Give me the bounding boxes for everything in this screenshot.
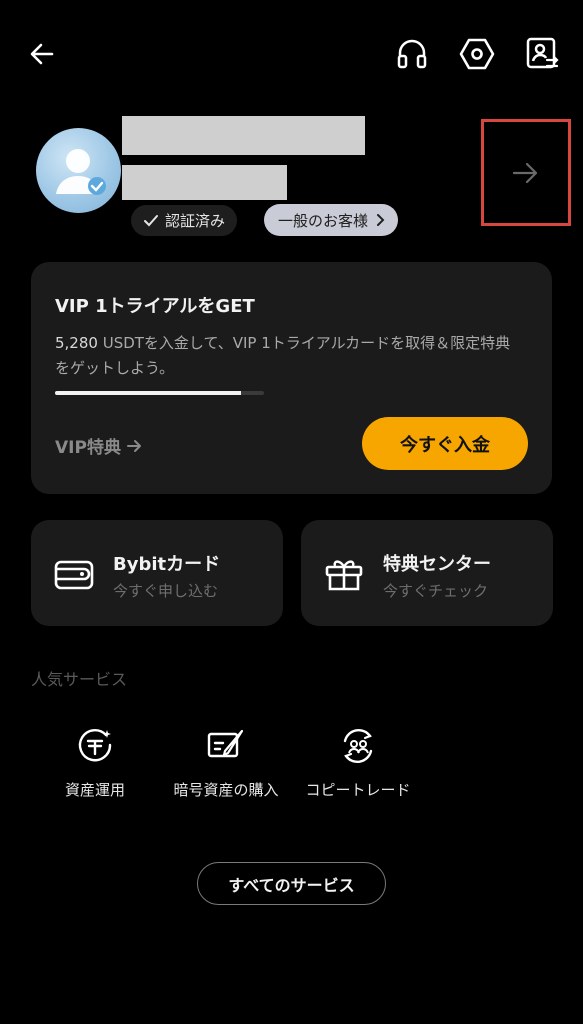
card-title: 特典センター [383,554,491,575]
service-label: 資産運用 [64,781,125,799]
vip-title: VIP 1トライアルをGET [55,296,255,317]
vip-desc-text: USDTを入金して、VIP 1トライアルカードを取得＆限定特典をゲットしよう。 [55,334,511,377]
service-label: 暗号資産の購入 [173,781,279,799]
arrow-right-icon [126,439,141,452]
avatar[interactable] [36,128,121,213]
copy-trade-icon [338,726,378,766]
vip-amount: 5,280 [55,334,98,352]
check-icon [144,214,158,226]
service-copy-trade[interactable]: コピートレード [298,726,418,803]
vip-trial-card: VIP 1トライアルをGET 5,280 USDTを入金して、VIP 1トライア… [31,262,552,494]
deposit-now-button[interactable]: 今すぐ入金 [362,417,528,470]
vip-progress-fill [55,391,241,395]
card-subtitle: 今すぐ申し込む [113,582,219,600]
service-earn[interactable]: 資産運用 [35,726,155,803]
wallet-icon [53,556,95,592]
service-buy-crypto[interactable]: 暗号資産の購入 [166,726,286,803]
redacted-uid [122,165,287,200]
profile-switch-icon[interactable] [523,34,563,74]
vip-description: 5,280 USDTを入金して、VIP 1トライアルカードを取得＆限定特典をゲッ… [55,331,525,381]
popular-services-title: 人気サービス [31,670,128,689]
gift-icon [323,556,365,592]
bybit-card-entry[interactable]: Bybitカード 今すぐ申し込む [31,520,283,626]
customer-type-badge[interactable]: 一般のお客様 [264,204,399,236]
card-title: Bybitカード [113,554,221,575]
buy-crypto-icon [206,726,246,766]
all-services-button[interactable]: すべてのサービス [197,862,386,905]
headset-icon[interactable] [392,34,432,74]
vip-benefits-link[interactable]: VIP特典 [55,433,143,458]
rewards-center-entry[interactable]: 特典センター 今すぐチェック [301,520,553,626]
profile-detail-button[interactable] [481,119,571,226]
settings-hex-icon[interactable] [457,34,497,74]
verified-label: 認証済み [165,212,226,230]
service-label: コピートレード [305,781,411,799]
arrow-right-icon [512,162,538,183]
card-subtitle: 今すぐチェック [383,582,489,600]
customer-type-label: 一般のお客様 [278,211,369,230]
verified-badge[interactable]: 認証済み [131,205,238,236]
redacted-username [122,116,365,155]
account-page: 認証済み 一般のお客様 VIP 1トライアルをGET 5,280 USDTを入金… [0,0,583,1024]
vip-benefits-label: VIP特典 [55,438,121,458]
back-arrow-icon[interactable] [24,36,60,72]
tether-earn-icon [75,726,115,766]
vip-progress-bar [55,391,264,395]
chevron-right-icon [377,214,385,226]
